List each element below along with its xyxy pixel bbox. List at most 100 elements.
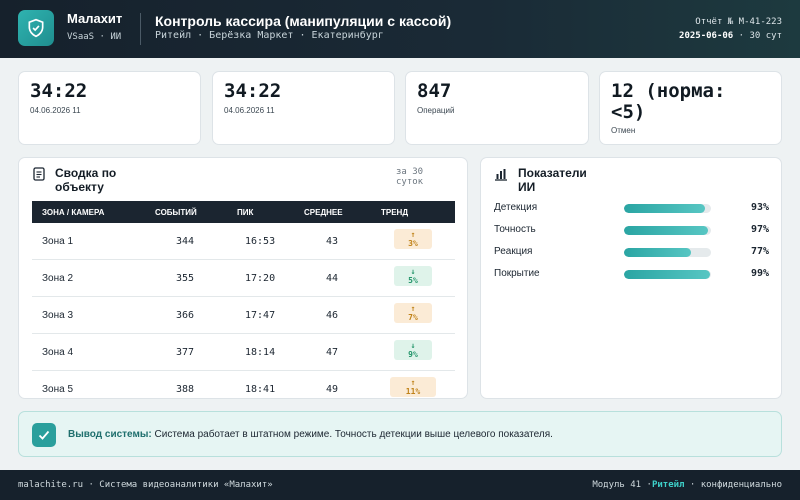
trend-percent: 9% [408, 350, 418, 359]
metric-progress-track [624, 270, 711, 279]
trend-percent: 11% [405, 387, 421, 396]
ai-metric-row: Детекция 93% [494, 200, 769, 216]
system-conclusion: Вывод системы: Система работает в штатно… [18, 411, 782, 457]
metric-progress-fill [624, 204, 705, 213]
shield-check-icon [28, 18, 44, 38]
table-row: Зона 5 388 18:41 49 ↑ 11% [32, 371, 455, 402]
cell-events: 366 [176, 310, 195, 321]
metric-progress-track [624, 226, 711, 235]
cell-events: 344 [176, 236, 195, 247]
column-header: ТРЕНД [381, 208, 409, 217]
cell-zone: Зона 4 [42, 347, 74, 358]
trend-arrow: ↓ [410, 267, 416, 276]
report-date-line: 2025-06-06 · 30 сут [662, 29, 782, 43]
page-subtitle: Ритейл · Берёзка Маркет · Екатеринбург [155, 30, 384, 41]
report-period: · 30 сут [738, 31, 782, 41]
conclusion-label: Вывод системы: [68, 429, 152, 440]
column-header: СРЕДНЕЕ [304, 208, 343, 217]
column-header: ЗОНА / КАМЕРА [42, 208, 105, 217]
table-row: Зона 3 366 17:47 46 ↑ 7% [32, 297, 455, 334]
kpi-label: 04.06.2026 11 [224, 106, 275, 115]
ai-metric-row: Покрытие 99% [494, 266, 769, 282]
footer-module: Модуль 41 · [592, 480, 652, 490]
check-icon [38, 430, 50, 440]
table-row: Зона 4 377 18:14 47 ↓ 9% [32, 334, 455, 371]
cell-peak: 17:20 [245, 273, 276, 284]
brand-name: Малахит [67, 11, 123, 26]
metric-label: Реакция [494, 246, 533, 257]
ai-metric-row: Реакция 77% [494, 244, 769, 260]
cell-zone: Зона 3 [42, 310, 74, 321]
metric-progress-fill [624, 248, 691, 257]
trend-arrow: ↑ [410, 230, 416, 239]
footer-left: malachite.ru · Система видеоаналитики «М… [18, 480, 273, 490]
kpi-value: 34:22 [30, 80, 88, 102]
cell-zone: Зона 2 [42, 273, 74, 284]
column-header: ПИК [237, 208, 254, 217]
trend-badge: ↓ 9% [394, 340, 432, 360]
cell-peak: 17:47 [245, 310, 276, 321]
trend-percent: 5% [408, 276, 418, 285]
report-info: Отчёт № М-41-223 2025-06-06 · 30 сут [662, 15, 782, 43]
table-row: Зона 1 344 16:53 43 ↑ 3% [32, 223, 455, 260]
trend-percent: 3% [408, 239, 418, 248]
footer-confidential: · конфиденциально [689, 480, 782, 490]
cell-events: 388 [176, 384, 195, 395]
app-footer: malachite.ru · Система видеоаналитики «М… [0, 470, 800, 500]
cell-avg: 49 [326, 384, 339, 395]
metric-label: Детекция [494, 202, 538, 213]
report-date: 2025-06-06 [679, 31, 734, 41]
table-header: ЗОНА / КАМЕРА СОБЫТИЙ ПИК СРЕДНЕЕ ТРЕНД [32, 201, 455, 223]
ai-metric-row: Точность 97% [494, 222, 769, 238]
cell-zone: Зона 5 [42, 384, 74, 395]
kpi-card-1: 34:22 04.06.2026 11 [18, 71, 201, 145]
brand-subtitle: VSaaS · ИИ [67, 32, 122, 42]
bar-chart-icon [495, 169, 507, 181]
trend-badge: ↑ 3% [394, 229, 432, 249]
cell-peak: 18:14 [245, 347, 276, 358]
metric-progress-track [624, 248, 711, 257]
trend-badge: ↑ 7% [394, 303, 432, 323]
kpi-value: 847 [417, 80, 452, 102]
header-divider [140, 13, 141, 45]
kpi-label: Отмен [611, 126, 636, 135]
conclusion-body: Система работает в штатном режиме. Точно… [154, 429, 553, 440]
trend-arrow: ↓ [410, 341, 416, 350]
kpi-label: 04.06.2026 11 [30, 106, 81, 115]
conclusion-text: Вывод системы: Система работает в штатно… [68, 429, 553, 440]
cell-events: 355 [176, 273, 195, 284]
kpi-label: Операций [417, 106, 455, 115]
metric-progress-track [624, 204, 711, 213]
cell-avg: 43 [326, 236, 339, 247]
trend-badge: ↓ 5% [394, 266, 432, 286]
metric-percent: 77% [750, 246, 769, 257]
page-title: Контроль кассира (манипуляции с кассой) [155, 13, 452, 29]
table-row: Зона 2 355 17:20 44 ↓ 5% [32, 260, 455, 297]
document-icon [33, 167, 45, 181]
trend-arrow: ↑ [410, 304, 416, 313]
kpi-card-4: 12 (норма: <5) Отмен [599, 71, 782, 145]
cell-avg: 47 [326, 347, 339, 358]
kpi-value: 34:22 [224, 80, 282, 102]
ai-panel-title: Показатели ИИ [518, 166, 587, 194]
cell-peak: 18:41 [245, 384, 276, 395]
cell-events: 377 [176, 347, 195, 358]
trend-badge: ↑ 11% [390, 377, 436, 397]
kpi-card-2: 34:22 04.06.2026 11 [212, 71, 395, 145]
metric-progress-fill [624, 270, 711, 279]
trend-arrow: ↑ [410, 378, 416, 387]
cell-avg: 46 [326, 310, 339, 321]
trend-percent: 7% [408, 313, 418, 322]
footer-right: Модуль 41 ·Ритейл · конфиденциально [592, 480, 782, 490]
cell-avg: 44 [326, 273, 339, 284]
summary-panel-period: за 30 суток [396, 167, 424, 187]
cell-zone: Зона 1 [42, 236, 74, 247]
check-badge [32, 423, 56, 447]
metric-label: Покрытие [494, 268, 540, 279]
metric-progress-fill [624, 226, 709, 235]
kpi-card-3: 847 Операций [405, 71, 589, 145]
metric-percent: 99% [750, 268, 769, 279]
logo [18, 10, 54, 46]
cell-peak: 16:53 [245, 236, 276, 247]
column-header: СОБЫТИЙ [155, 208, 197, 217]
